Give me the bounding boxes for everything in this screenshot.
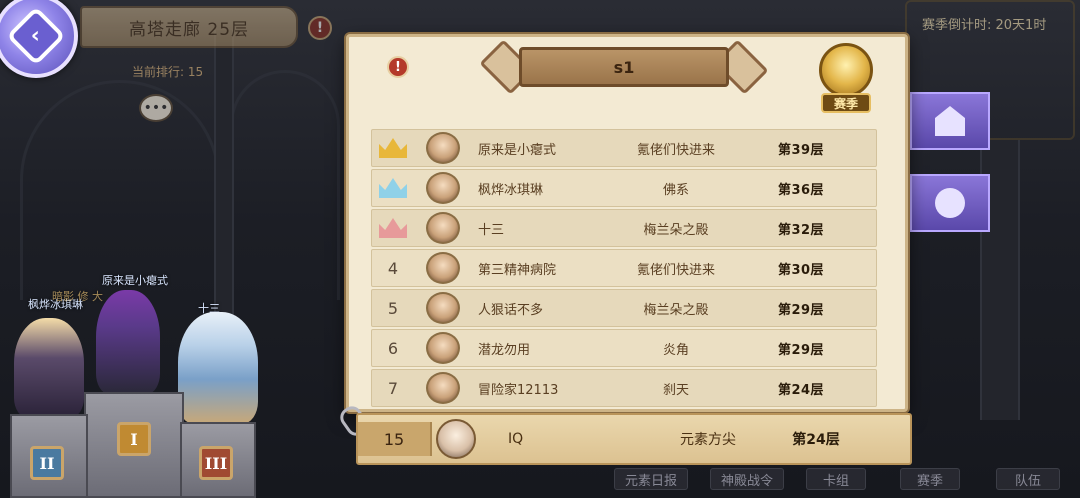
podium-badge-first: I (117, 422, 151, 456)
guild-name: 氪佬们快进来 (636, 142, 715, 158)
rank-cell (372, 218, 414, 238)
season-countdown: 赛季倒计时: 20天1时 (922, 18, 1047, 33)
avatar (426, 132, 460, 164)
table-row[interactable]: 6 潜龙勿用 炎角 第29层 (371, 329, 877, 367)
table-row[interactable]: 7 冒险家12113 刹天 第24层 (371, 369, 877, 407)
table-row[interactable]: 枫烨冰琪琳 佛系 第36层 (371, 169, 877, 207)
avatar (426, 212, 460, 244)
table-row[interactable]: 原来是小瘪式 氪佬们快进来 第39层 (371, 129, 877, 167)
background-arch (20, 80, 220, 300)
guild-name: 佛系 (662, 182, 689, 198)
hero-first[interactable] (96, 290, 160, 394)
floor-value: 第30层 (777, 262, 825, 278)
podium-badge-second: II (30, 446, 64, 480)
floor-value: 第24层 (777, 382, 825, 398)
panel-title: s1 (519, 47, 729, 87)
season-emblem-icon (819, 43, 873, 97)
player-name: 枫烨冰琪琳 (478, 182, 544, 198)
player-name: 人狠话不多 (478, 302, 544, 318)
ranking-panel: ! s1 赛季 原来是小瘪式 氪佬们快进来 第39层 枫烨冰琪琳 佛系 第36层… (346, 34, 908, 412)
avatar (426, 372, 460, 404)
my-rank-row[interactable]: 15 IQ 元素方尖 第24层 (356, 413, 912, 465)
player-name: 潜龙勿用 (478, 342, 531, 358)
floor-value: 第32层 (777, 222, 825, 238)
floor-value: 第36层 (777, 182, 825, 198)
pink-crown-icon (379, 218, 407, 238)
table-row[interactable]: 4 第三精神病院 氪佬们快进来 第30层 (371, 249, 877, 287)
blue-crown-icon (379, 178, 407, 198)
rank-number: 5 (387, 298, 399, 318)
hero-second[interactable] (14, 318, 84, 418)
guild-name: 炎角 (662, 342, 689, 358)
ranking-list: 原来是小瘪式 氪佬们快进来 第39层 枫烨冰琪琳 佛系 第36层 十三 梅兰朵之… (371, 129, 877, 409)
my-floor-value: 第24层 (792, 432, 840, 448)
info-icon[interactable]: ! (387, 56, 409, 78)
back-button[interactable]: ‹ (0, 0, 78, 78)
chat-icon[interactable]: ••• (139, 94, 173, 122)
background-arch (230, 70, 340, 300)
avatar (426, 172, 460, 204)
floor-value: 第39层 (777, 142, 825, 158)
my-rank-number: 15 (358, 422, 432, 456)
back-arrow-icon: ‹ (6, 6, 66, 66)
tower-floor-banner: 高塔走廊 25层 (80, 6, 298, 48)
bottom-button-deck[interactable]: 卡组 (806, 468, 866, 490)
side-tab-world[interactable] (910, 174, 990, 232)
background-pillar (214, 30, 234, 330)
player-name: 十三 (478, 222, 505, 238)
bottom-button-daily-report[interactable]: 元素日报 (614, 468, 688, 490)
bottom-button-battle-pass[interactable]: 神殿战令 (710, 468, 784, 490)
rank-number: 7 (387, 378, 399, 398)
player-name: 原来是小瘪式 (478, 142, 557, 158)
table-row[interactable]: 5 人狠话不多 梅兰朵之殿 第29层 (371, 289, 877, 327)
guild-name: 氪佬们快进来 (636, 262, 715, 278)
player-name: 第三精神病院 (478, 262, 557, 278)
hero-third[interactable] (178, 312, 258, 424)
table-row[interactable]: 十三 梅兰朵之殿 第32层 (371, 209, 877, 247)
side-tab-tower[interactable] (910, 92, 990, 150)
guild-name: 梅兰朵之殿 (643, 302, 709, 318)
tower-icon (935, 106, 965, 136)
player-name: 冒险家12113 (478, 382, 559, 398)
gold-crown-icon (379, 138, 407, 158)
rank-cell (372, 178, 414, 198)
my-guild-name: 元素方尖 (680, 432, 736, 448)
season-label: 赛季 (821, 93, 871, 113)
avatar (436, 419, 476, 459)
my-player-name: IQ (508, 431, 524, 447)
guild-name: 梅兰朵之殿 (643, 222, 709, 238)
rank-cell (372, 138, 414, 158)
bottom-button-season[interactable]: 赛季 (900, 468, 960, 490)
avatar (426, 292, 460, 324)
guild-name: 刹天 (662, 382, 689, 398)
podium-name-first: 原来是小瘪式 (102, 274, 168, 287)
rank-number: 6 (387, 338, 399, 358)
current-rank-text: 当前排行: 15 (132, 65, 204, 79)
avatar (426, 252, 460, 284)
podium-badge-third: III (199, 446, 233, 480)
floor-value: 第29层 (777, 342, 825, 358)
rank-number: 4 (387, 258, 399, 278)
bottom-button-team[interactable]: 队伍 (996, 468, 1060, 490)
floor-value: 第29层 (777, 302, 825, 318)
podium-overlay-text: 暗影 修 大 (52, 290, 103, 303)
globe-icon (935, 188, 965, 218)
avatar (426, 332, 460, 364)
info-icon[interactable]: ! (308, 16, 332, 40)
season-badge[interactable]: 赛季 (811, 43, 881, 119)
